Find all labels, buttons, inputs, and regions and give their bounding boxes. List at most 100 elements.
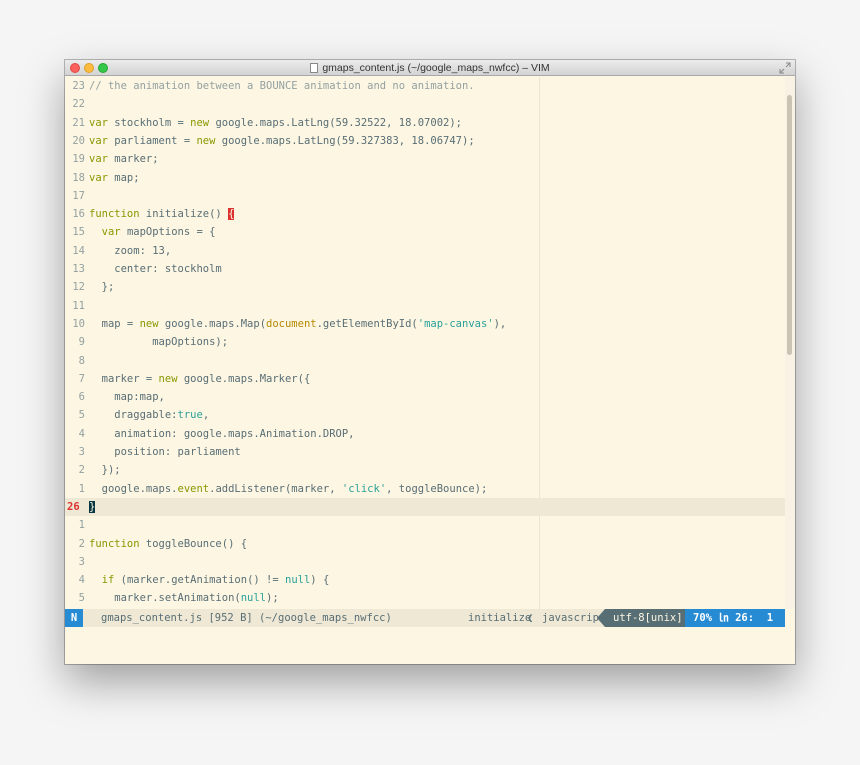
code-line[interactable]: 4 if (marker.getAnimation() != null) { — [65, 571, 785, 589]
filetype: javascript — [542, 612, 606, 624]
code-token: zoom: 13, — [89, 244, 172, 257]
window-title: gmaps_content.js (~/google_maps_nwfcc) –… — [65, 61, 795, 75]
code-text: } — [89, 498, 96, 516]
code-token: google.maps.LatLng(59.327383, 18.06747); — [215, 134, 475, 147]
code-line[interactable]: 19 var marker; — [65, 150, 785, 168]
scrollbar-thumb[interactable] — [787, 95, 792, 355]
code-text: }); — [89, 461, 121, 479]
code-line[interactable]: 2 }); — [65, 461, 785, 479]
line-number: 23 — [72, 80, 85, 92]
mode-indicator: N — [65, 609, 83, 627]
code-line[interactable]: 8 — [65, 352, 785, 370]
code-line[interactable]: 4 animation: google.maps.Animation.DROP, — [65, 425, 785, 443]
line-number: 9 — [78, 336, 85, 349]
code-line[interactable]: 14 zoom: 13, — [65, 242, 785, 260]
line-number: 21 — [72, 116, 85, 129]
code-token: var — [101, 226, 121, 239]
code-token: null — [240, 592, 267, 605]
code-token: ), — [493, 317, 507, 330]
line-number: 18 — [72, 171, 85, 184]
code-token: if — [101, 574, 115, 587]
code-text: var map; — [89, 169, 140, 187]
powerline-arrow-icon — [597, 609, 605, 627]
code-line[interactable]: 5 marker.setAnimation(null); — [65, 589, 785, 607]
document-icon — [310, 63, 319, 73]
code-token: null — [285, 574, 311, 587]
code-line[interactable]: 3 — [65, 553, 785, 571]
code-token: var — [89, 171, 108, 184]
code-token: // the animation between a BOUNCE animat… — [89, 80, 475, 92]
code-line[interactable]: 18 var map; — [65, 169, 785, 187]
code-line[interactable]: 9 mapOptions); — [65, 333, 785, 351]
code-text: var parliament = new google.maps.LatLng(… — [89, 132, 475, 150]
code-token: parliament = — [107, 134, 197, 147]
line-number: 8 — [78, 354, 85, 367]
code-line[interactable]: 15 var mapOptions = { — [65, 223, 785, 241]
code-line[interactable]: 7 marker = new google.maps.Marker({ — [65, 370, 785, 388]
code-line[interactable]: 16 function initialize() { — [65, 205, 785, 223]
file-info: gmaps_content.js [952 B] (~/google_maps_… — [101, 612, 392, 624]
code-token: animation: google.maps.Animation.DROP, — [89, 427, 355, 440]
code-token: google.maps.Marker({ — [177, 372, 311, 385]
title-bar: gmaps_content.js (~/google_maps_nwfcc) –… — [65, 60, 795, 76]
code-token: .getElementById( — [316, 317, 418, 330]
code-line[interactable]: 1 — [65, 516, 785, 534]
code-line[interactable]: 10 map = new google.maps.Map(document.ge… — [65, 315, 785, 333]
status-line: N gmaps_content.js [952 B] (~/google_map… — [65, 609, 785, 627]
code-line[interactable]: 23 // the animation between a BOUNCE anim… — [65, 77, 785, 95]
command-line[interactable] — [65, 627, 795, 664]
line-number: 26 — [67, 500, 80, 513]
code-line[interactable]: 2 function toggleBounce() { — [65, 535, 785, 553]
code-line[interactable]: 11 — [65, 297, 785, 315]
code-token: var — [89, 134, 108, 147]
code-text: map:map, — [89, 388, 165, 406]
code-line[interactable]: 12 }; — [65, 278, 785, 296]
code-editor[interactable]: 23// the animation between a BOUNCE anim… — [65, 77, 785, 609]
code-token: (marker.getAnimation() != — [114, 574, 285, 587]
line-number: 19 — [72, 153, 85, 166]
code-text: zoom: 13, — [89, 242, 171, 260]
fullscreen-icon[interactable] — [779, 62, 791, 74]
code-line[interactable]: 3 position: parliament — [65, 443, 785, 461]
code-token: var — [89, 116, 108, 129]
code-token: } — [89, 500, 96, 513]
code-token: var — [89, 153, 108, 166]
code-token: center: stockholm — [89, 263, 222, 275]
line-number: 14 — [72, 244, 85, 257]
code-line[interactable]: 5 draggable:true, — [65, 406, 785, 424]
code-token: google.maps.LatLng(59.32522, 18.07002); — [209, 116, 462, 129]
code-text: if (marker.getAnimation() != null) { — [89, 571, 330, 589]
code-token: 'map-canvas' — [417, 317, 494, 330]
code-token: google.maps. — [89, 482, 178, 495]
code-line[interactable]: 22 — [65, 95, 785, 113]
line-number: 22 — [72, 98, 85, 111]
code-text: map = new google.maps.Map(document.getEl… — [89, 315, 507, 333]
vertical-scrollbar[interactable] — [785, 77, 795, 609]
line-number: 2 — [78, 537, 85, 550]
code-line[interactable]: 17 — [65, 187, 785, 205]
cursor-line[interactable]: 26} — [65, 497, 785, 517]
code-line[interactable]: 6 map:map, — [65, 388, 785, 406]
code-line[interactable]: 1 google.maps.event.addListener(marker, … — [65, 480, 785, 498]
line-number: 3 — [78, 446, 85, 458]
code-line[interactable]: 21 var stockholm = new google.maps.LatLng… — [65, 114, 785, 132]
code-line[interactable]: 20 var parliament = new google.maps.LatLn… — [65, 132, 785, 150]
encoding: utf-8[unix] — [605, 609, 685, 627]
code-token: toggleBounce() { — [139, 537, 248, 550]
line-number: 11 — [72, 299, 85, 312]
code-token: map:map, — [89, 391, 165, 404]
line-number: 4 — [78, 574, 85, 587]
code-text: marker = new google.maps.Marker({ — [89, 370, 311, 388]
chevron-left-icon: ❮ — [527, 612, 534, 624]
code-token: google.maps.Map( — [158, 317, 267, 330]
code-line[interactable]: 13 center: stockholm — [65, 260, 785, 278]
line-number: 4 — [78, 427, 85, 440]
line-number: 12 — [72, 281, 85, 294]
code-token: }); — [89, 464, 121, 477]
code-token: document — [266, 317, 317, 330]
code-token: position: parliament — [89, 446, 241, 458]
code-token: new — [196, 134, 216, 147]
code-token: .addListener(marker, — [209, 482, 342, 495]
code-text: animation: google.maps.Animation.DROP, — [89, 425, 355, 443]
